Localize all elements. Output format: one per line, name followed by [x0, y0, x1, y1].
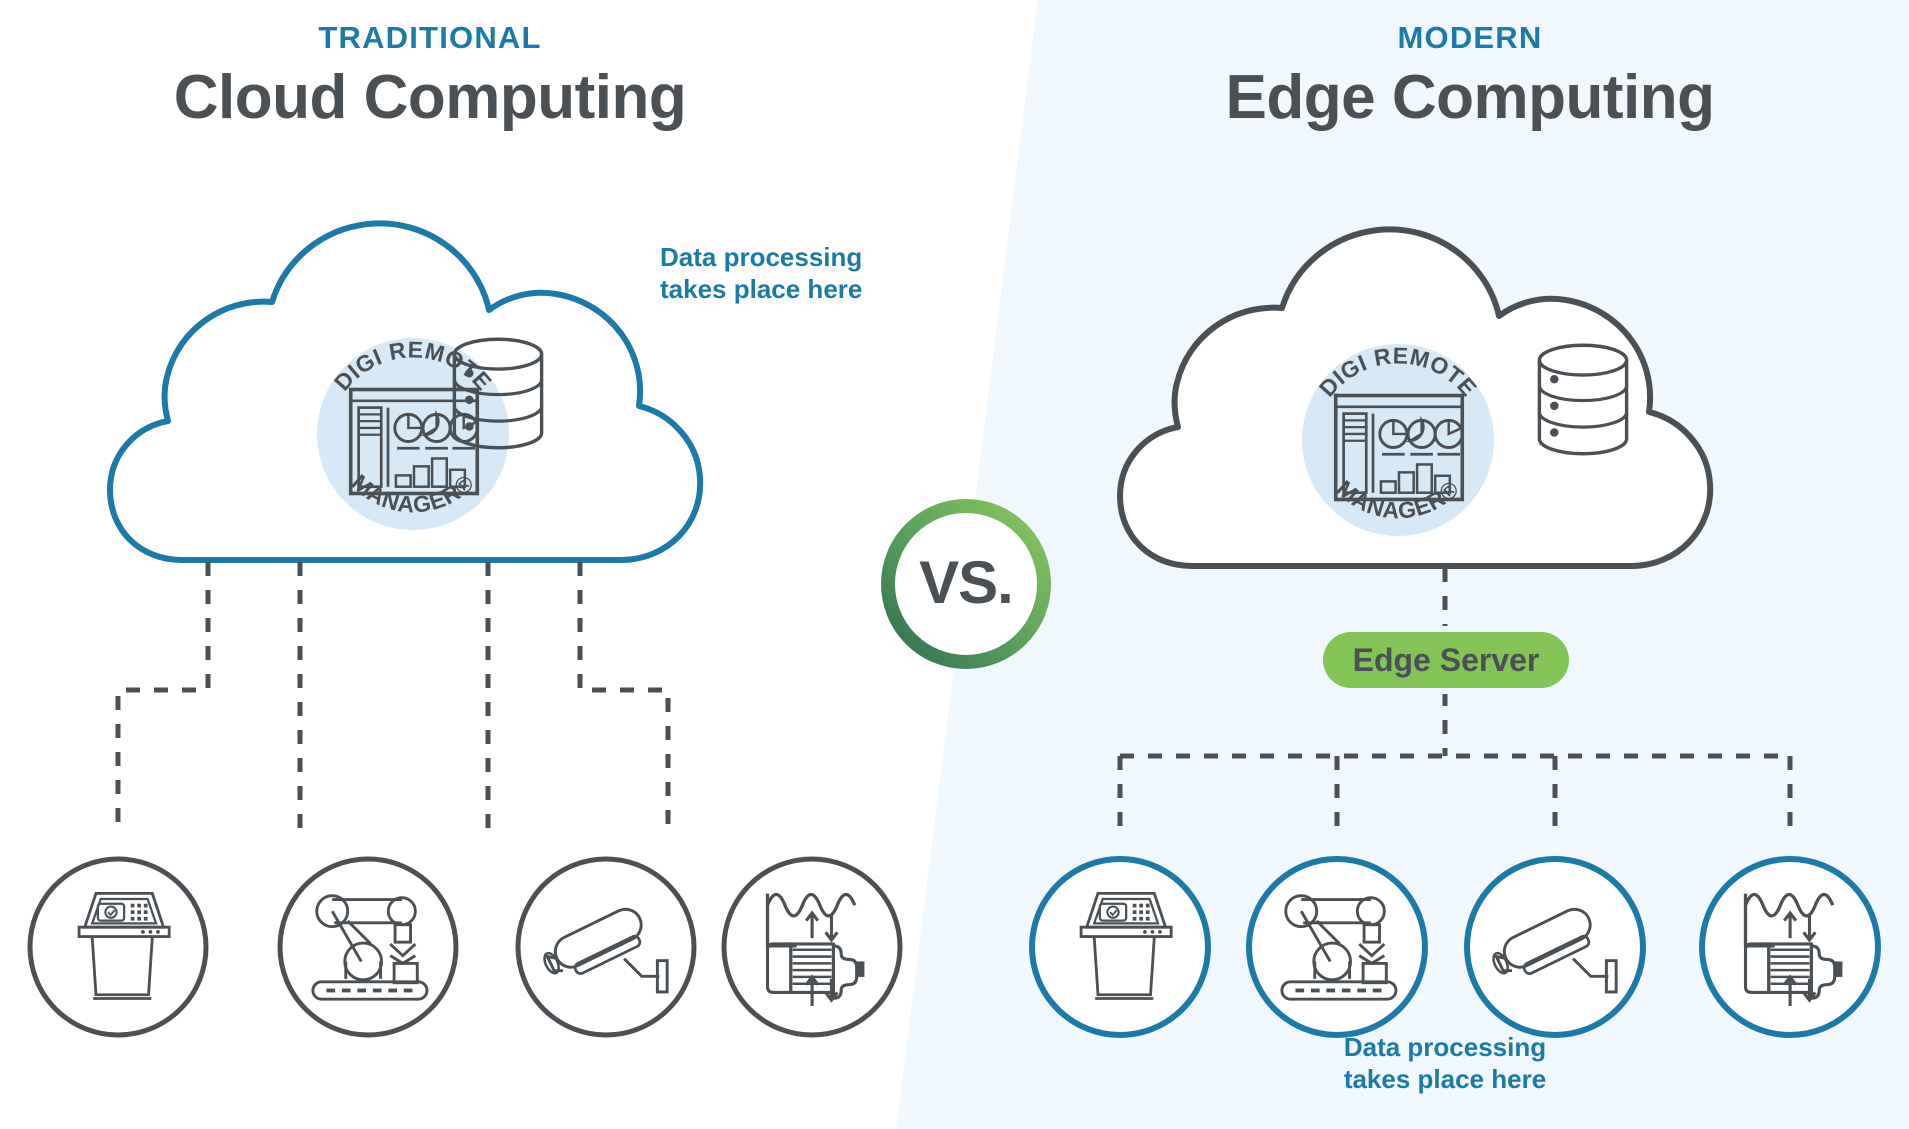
right-device-circle-robot[interactable] — [1246, 856, 1428, 1038]
left-device-circle-robot[interactable] — [277, 856, 459, 1038]
left-connector-lines — [115, 562, 671, 830]
edge-server-pill[interactable]: Edge Server — [1323, 632, 1569, 688]
infographic-canvas: TRADITIONAL Cloud Computing MODERN Edge … — [0, 0, 1909, 1129]
left-device-circle-motor[interactable] — [721, 856, 903, 1038]
left-device-row — [27, 856, 903, 1038]
right-connector-lines — [1117, 568, 1793, 838]
left-device-circle-camera[interactable] — [515, 856, 697, 1038]
vs-badge: VS. — [880, 498, 1052, 670]
right-device-circle-kiosk[interactable] — [1029, 856, 1211, 1038]
left-device-circle-kiosk[interactable] — [27, 856, 209, 1038]
right-device-row — [1029, 856, 1881, 1038]
right-device-circle-camera[interactable] — [1464, 856, 1646, 1038]
vs-label: VS. — [919, 548, 1014, 616]
right-device-circle-motor[interactable] — [1699, 856, 1881, 1038]
